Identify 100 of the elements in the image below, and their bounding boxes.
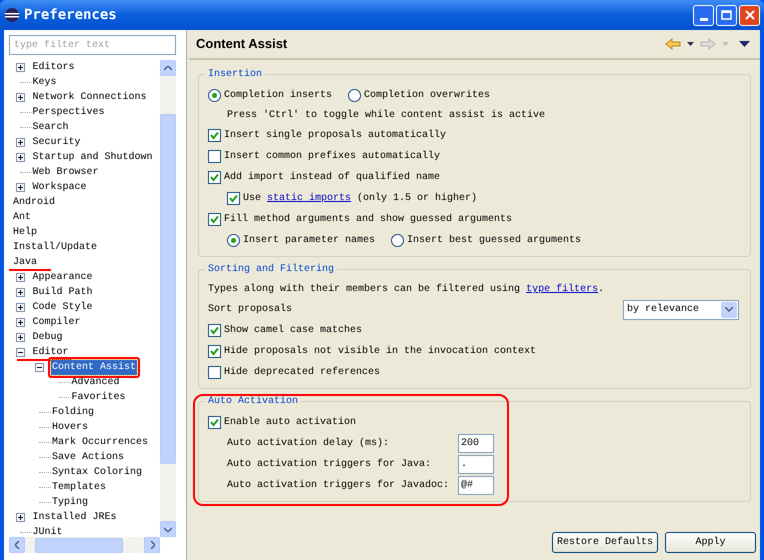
expand-icon[interactable] <box>16 303 24 312</box>
expand-icon[interactable] <box>16 138 24 147</box>
link[interactable]: static imports <box>267 193 352 204</box>
checkbox[interactable] <box>208 171 221 184</box>
horizontal-scrollbar[interactable] <box>9 537 160 553</box>
checkbox-label: Hide deprecated references <box>224 366 380 380</box>
tree-item[interactable]: Advanced <box>70 375 121 390</box>
vertical-scrollbar[interactable] <box>160 60 176 537</box>
close-icon <box>744 10 754 20</box>
tree-item[interactable]: Templates <box>51 480 108 495</box>
tree-item[interactable]: Mark Occurrences <box>51 435 150 450</box>
tree-item[interactable]: Help <box>12 225 38 240</box>
radio-label: Insert best guessed arguments <box>407 234 582 248</box>
tree-item[interactable]: Network Connections <box>32 90 148 105</box>
tree-item[interactable]: Favorites <box>70 390 127 405</box>
radio-button[interactable] <box>391 234 404 247</box>
tree-item[interactable]: Content Assist <box>51 360 138 375</box>
filter-field[interactable]: type filter text <box>9 35 176 55</box>
checkbox[interactable] <box>227 192 240 205</box>
tree-item[interactable]: Hovers <box>51 420 90 435</box>
tree-item[interactable]: Compiler <box>32 315 82 330</box>
collapse-icon[interactable] <box>16 348 24 357</box>
collapse-icon[interactable] <box>35 363 44 372</box>
scroll-thumb[interactable] <box>35 538 123 552</box>
dialog-button[interactable]: Restore Defaults <box>552 532 658 553</box>
radio-button[interactable] <box>348 89 362 102</box>
close-button[interactable] <box>739 4 760 26</box>
tree-item[interactable]: Security <box>32 135 82 150</box>
tree-item[interactable]: Typing <box>51 495 90 510</box>
checkbox[interactable] <box>208 213 221 226</box>
scroll-thumb[interactable] <box>160 114 176 464</box>
field-label: Auto activation triggers for Java: <box>227 458 432 472</box>
tree-item[interactable]: Appearance <box>32 270 94 285</box>
expand-icon[interactable] <box>16 288 24 297</box>
dropdown-arrow-icon[interactable] <box>687 42 694 46</box>
tree-item[interactable]: Syntax Coloring <box>51 465 144 480</box>
window-title: Preferences <box>24 6 117 24</box>
tree-item[interactable]: Startup and Shutdown <box>32 150 154 165</box>
dialog-button[interactable]: Apply <box>665 532 756 553</box>
tree-item[interactable]: Android <box>12 195 56 210</box>
tree-item[interactable]: Build Path <box>32 285 94 300</box>
scroll-down-button[interactable] <box>160 521 176 537</box>
tree-item[interactable]: Install/Update <box>12 240 98 255</box>
checkbox[interactable] <box>208 150 221 163</box>
tree-item[interactable]: Folding <box>51 405 96 420</box>
radio-button[interactable] <box>227 234 240 247</box>
expand-icon[interactable] <box>16 333 24 342</box>
chevron-down-icon <box>725 307 733 312</box>
expand-icon[interactable] <box>16 183 24 192</box>
checkbox-label: Use static imports (only 1.5 or higher) <box>243 192 478 206</box>
tree-item[interactable]: Web Browser <box>32 165 100 180</box>
minimize-icon <box>700 18 708 20</box>
expand-icon[interactable] <box>16 63 24 72</box>
tree-item[interactable]: Installed JREs <box>32 510 118 525</box>
checkbox[interactable] <box>208 345 221 358</box>
app-icon <box>4 7 20 23</box>
radio-label: Completion overwrites <box>364 88 490 103</box>
expand-icon[interactable] <box>16 513 24 522</box>
hint-text: Press 'Ctrl' to toggle while content assist is active <box>227 108 546 123</box>
expand-icon[interactable] <box>16 153 24 162</box>
radio-button[interactable] <box>208 89 221 102</box>
scroll-right-button[interactable] <box>144 537 160 553</box>
description-text: Types along with their members can be filtered using type filters. <box>208 282 604 297</box>
expand-icon[interactable] <box>16 273 24 282</box>
tree-item[interactable]: Perspectives <box>32 105 106 120</box>
tree-item[interactable]: Editor <box>32 345 70 360</box>
scroll-left-button[interactable] <box>9 537 25 553</box>
tree-item[interactable]: Java <box>12 255 38 270</box>
tree-item[interactable]: JUnit <box>32 525 64 537</box>
view-menu-icon[interactable] <box>739 41 750 47</box>
tree-item[interactable]: Keys <box>32 75 58 90</box>
field-label: Sort proposals <box>208 302 292 317</box>
checkbox[interactable] <box>208 324 221 337</box>
field-label: Auto activation triggers for Javadoc: <box>227 478 450 493</box>
scroll-up-button[interactable] <box>160 60 176 76</box>
sort-dropdown[interactable]: by relevance <box>623 300 739 320</box>
field-label: Auto activation delay (ms): <box>227 436 390 451</box>
expand-icon[interactable] <box>16 93 24 102</box>
text-field[interactable]: . <box>458 455 494 474</box>
tree-item[interactable]: Workspace <box>32 180 88 195</box>
maximize-button[interactable] <box>716 4 737 26</box>
text-field[interactable]: 200 <box>458 434 494 453</box>
maximize-icon <box>721 10 732 20</box>
tree-item[interactable]: Search <box>32 120 70 135</box>
tree-item[interactable]: Editors <box>32 60 76 75</box>
checkbox[interactable] <box>208 416 221 429</box>
text-field[interactable]: @# <box>458 476 494 495</box>
tree-item[interactable]: Ant <box>12 210 32 225</box>
radio-label: Completion inserts <box>224 88 332 103</box>
page-title: Content Assist <box>196 35 288 54</box>
checkbox-label: Insert single proposals automatically <box>224 128 446 143</box>
checkbox[interactable] <box>208 129 221 142</box>
tree-item[interactable]: Code Style <box>32 300 94 315</box>
checkbox[interactable] <box>208 366 221 379</box>
link[interactable]: type filters <box>526 284 598 295</box>
minimize-button[interactable] <box>693 4 714 26</box>
checkbox-label: Show camel case matches <box>224 324 362 338</box>
tree-item[interactable]: Debug <box>32 330 64 345</box>
expand-icon[interactable] <box>16 318 24 327</box>
tree-item[interactable]: Save Actions <box>51 450 126 465</box>
